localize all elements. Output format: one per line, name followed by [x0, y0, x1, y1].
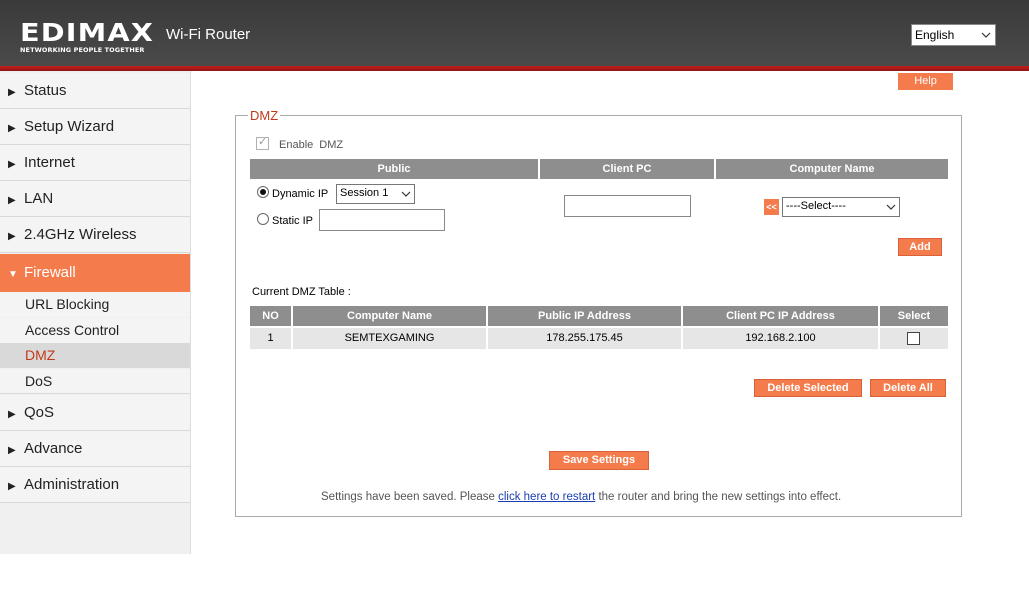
enable-dmz-label: Enable DMZ — [279, 139, 344, 151]
col-header-no: NO — [250, 306, 291, 326]
session-value: Session 1 — [340, 187, 389, 199]
computer-select-value: ----Select---- — [786, 200, 846, 212]
top-header: EDIMAX NETWORKING PEOPLE TOGETHER Wi-Fi … — [0, 0, 1029, 66]
dmz-legend: DMZ — [248, 108, 281, 123]
current-dmz-table-label: Current DMZ Table : — [252, 286, 351, 298]
delete-selected-button[interactable]: Delete Selected — [754, 379, 862, 397]
sidebar-item-setup-wizard[interactable]: ▶ Setup Wizard — [0, 109, 190, 145]
language-select[interactable]: English — [911, 24, 996, 46]
triangle-right-icon: ▶ — [8, 481, 16, 492]
cell-select — [880, 328, 948, 349]
sidebar-item-label: Advance — [24, 440, 83, 457]
sidebar-subitem-access-control[interactable]: Access Control — [0, 318, 190, 343]
col-header-public-ip: Public IP Address — [488, 306, 681, 326]
language-value: English — [915, 28, 955, 42]
sidebar-subitem-dmz[interactable]: DMZ — [0, 343, 190, 368]
triangle-right-icon: ▶ — [8, 123, 16, 134]
checkmark-icon: ✓ — [258, 135, 268, 148]
chevron-down-icon — [981, 32, 991, 38]
subitem-label: DoS — [25, 373, 53, 389]
sidebar-item-wireless[interactable]: ▶ 2.4GHz Wireless — [0, 217, 190, 253]
sidebar-item-label: Setup Wizard — [24, 118, 115, 135]
sidebar-item-status[interactable]: ▶ Status — [0, 73, 190, 109]
dynamic-ip-radio[interactable] — [257, 186, 269, 198]
enable-dmz-checkbox[interactable]: ✓ — [256, 135, 269, 150]
session-select[interactable]: Session 1 — [336, 184, 415, 204]
subitem-label: DMZ — [25, 347, 56, 363]
sidebar-item-lan[interactable]: ▶ LAN — [0, 181, 190, 217]
sidebar-item-label: Internet — [24, 154, 75, 171]
edimax-logo: EDIMAX NETWORKING PEOPLE TOGETHER — [20, 20, 154, 54]
sidebar-item-internet[interactable]: ▶ Internet — [0, 145, 190, 181]
triangle-down-icon: ▼ — [8, 269, 18, 280]
triangle-right-icon: ▶ — [8, 195, 16, 206]
sidebar-item-advance[interactable]: ▶ Advance — [0, 431, 190, 467]
help-button[interactable]: Help — [898, 73, 953, 90]
sidebar: ▶ Status ▶ Setup Wizard ▶ Internet ▶ LAN ▶ 2.… — [0, 71, 191, 554]
col-header-computer-name: Computer Name — [293, 306, 486, 326]
radio-dot — [260, 189, 266, 195]
static-ip-radio[interactable] — [257, 213, 269, 225]
sidebar-item-label: QoS — [24, 404, 55, 421]
triangle-right-icon: ▶ — [8, 231, 16, 242]
col-header-client-ip: Client PC IP Address — [683, 306, 878, 326]
router-admin-page: EDIMAX NETWORKING PEOPLE TOGETHER Wi-Fi … — [0, 0, 1029, 596]
subitem-label: URL Blocking — [25, 296, 110, 312]
app-title: Wi-Fi Router — [166, 26, 251, 43]
static-ip-label: Static IP — [272, 215, 313, 227]
computer-name-select[interactable]: ----Select---- — [782, 197, 900, 217]
triangle-right-icon: ▶ — [8, 159, 16, 170]
triangle-right-icon: ▶ — [8, 409, 16, 420]
status-text-before: Settings have been saved. Please — [321, 491, 499, 503]
sidebar-item-label: LAN — [24, 190, 54, 207]
sidebar-subitem-url-blocking[interactable]: URL Blocking — [0, 292, 190, 317]
sidebar-item-label: Firewall — [24, 264, 76, 281]
sidebar-item-label: Status — [24, 82, 67, 99]
chevron-down-icon — [401, 191, 411, 197]
cell-no: 1 — [250, 328, 291, 349]
header-computer-name: Computer Name — [716, 159, 948, 179]
copy-to-client-button[interactable]: << — [764, 199, 779, 215]
dynamic-ip-label: Dynamic IP — [272, 188, 329, 200]
delete-all-button[interactable]: Delete All — [870, 379, 946, 397]
cell-computer-name: SEMTEXGAMING — [293, 328, 486, 349]
subitem-label: Access Control — [25, 322, 120, 338]
status-message: Settings have been saved. Please click h… — [321, 491, 841, 503]
header-client-pc: Client PC — [540, 159, 714, 179]
col-header-select: Select — [880, 306, 948, 326]
logo-tagline: NETWORKING PEOPLE TOGETHER — [20, 46, 145, 54]
save-settings-button[interactable]: Save Settings — [549, 451, 649, 470]
logo-text: EDIMAX — [20, 18, 155, 47]
restart-link[interactable]: click here to restart — [498, 491, 595, 503]
add-button[interactable]: Add — [898, 238, 942, 256]
triangle-right-icon: ▶ — [8, 445, 16, 456]
sidebar-item-label: Administration — [24, 476, 120, 493]
sidebar-item-firewall[interactable]: ▼ Firewall — [0, 254, 190, 292]
triangle-right-icon: ▶ — [8, 87, 16, 98]
static-ip-input[interactable] — [319, 209, 445, 231]
header-public: Public — [250, 159, 538, 179]
client-pc-input[interactable] — [564, 195, 691, 217]
sidebar-item-label: 2.4GHz Wireless — [24, 226, 137, 243]
row-select-checkbox[interactable] — [907, 332, 920, 345]
chevron-down-icon — [886, 204, 896, 210]
sidebar-subitem-dos[interactable]: DoS — [0, 369, 190, 394]
status-text-after: the router and bring the new settings in… — [595, 491, 842, 503]
cell-client-ip: 192.168.2.100 — [683, 328, 878, 349]
sidebar-item-qos[interactable]: ▶ QoS — [0, 395, 190, 431]
sidebar-item-administration[interactable]: ▶ Administration — [0, 467, 190, 503]
cell-public-ip: 178.255.175.45 — [488, 328, 681, 349]
